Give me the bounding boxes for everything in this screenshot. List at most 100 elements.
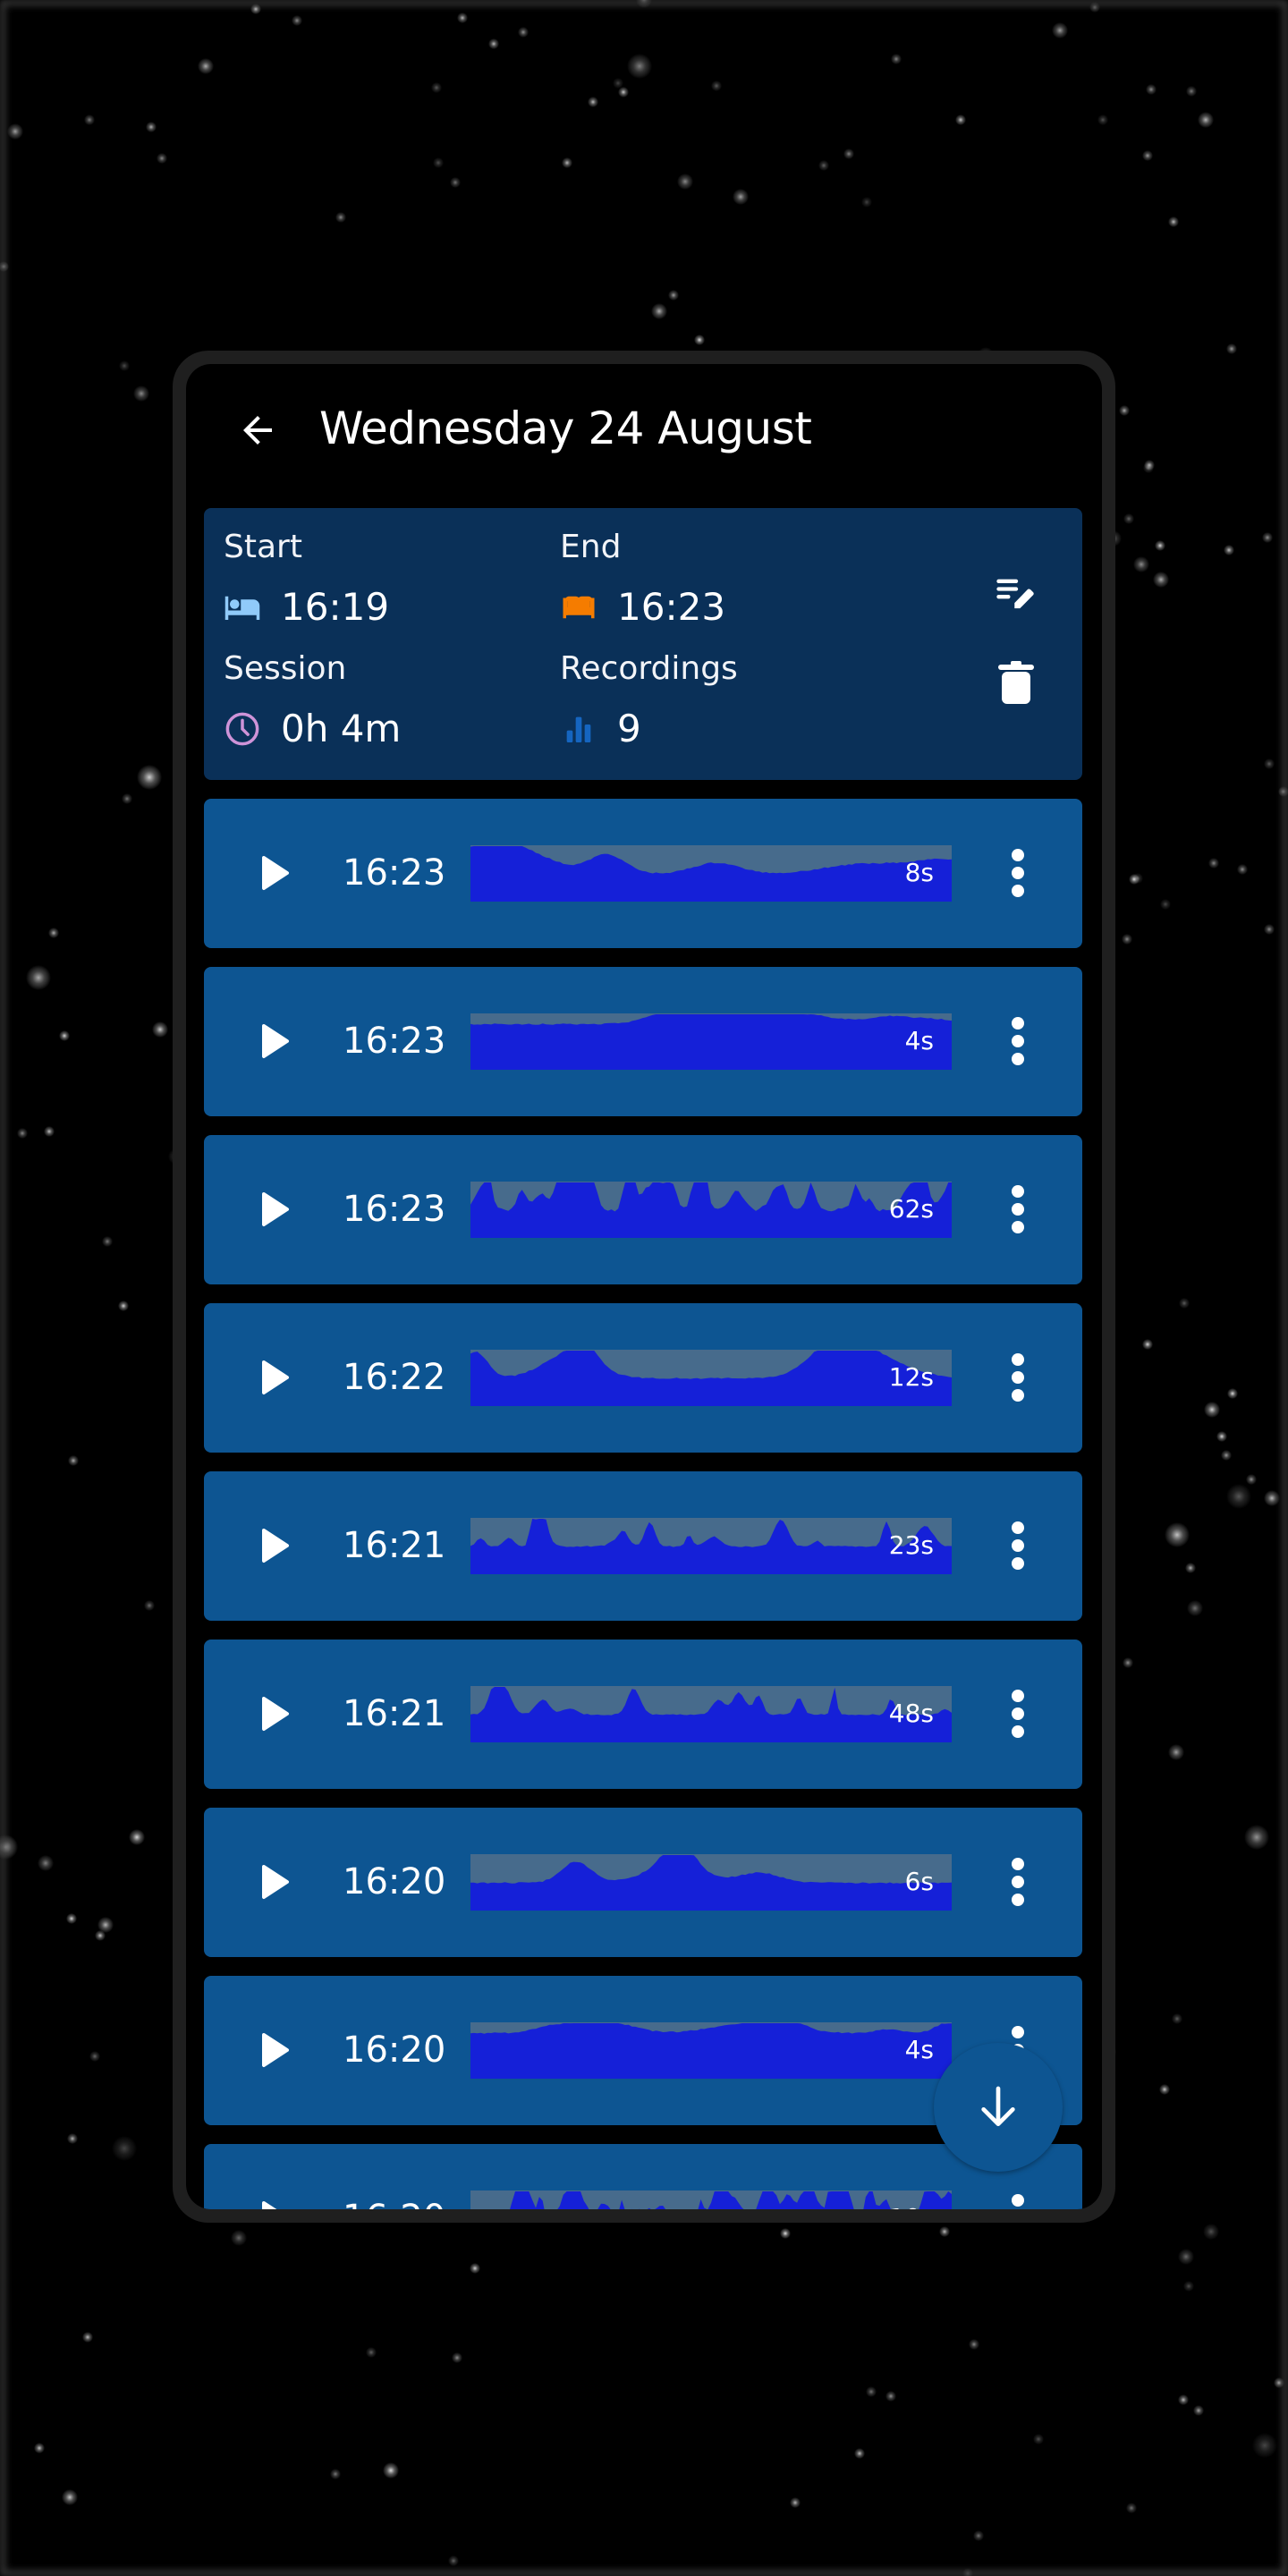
star <box>1097 114 1108 125</box>
star <box>38 1855 54 1871</box>
star <box>118 1301 129 1311</box>
star <box>962 2568 973 2576</box>
star <box>137 765 162 790</box>
arrow-left-icon <box>243 416 272 445</box>
waveform[interactable]: 10s <box>470 2190 952 2209</box>
recording-time: 16:21 <box>343 1525 446 1566</box>
star <box>843 148 854 159</box>
recording-row[interactable]: 16:23 62s <box>204 1135 1082 1284</box>
recording-row[interactable]: 16:23 4s <box>204 967 1082 1116</box>
edit-session-button[interactable] <box>985 564 1047 626</box>
more-options-button[interactable] <box>991 1682 1045 1745</box>
star <box>955 114 966 125</box>
star <box>1165 1522 1190 1547</box>
back-button[interactable] <box>231 403 284 457</box>
play-button[interactable] <box>249 846 302 900</box>
play-button[interactable] <box>249 1855 302 1909</box>
recording-duration: 62s <box>888 1194 934 1224</box>
waveform[interactable]: 23s <box>470 1518 952 1574</box>
recording-row[interactable]: 16:21 23s <box>204 1471 1082 1621</box>
recording-duration: 12s <box>888 1362 934 1392</box>
star <box>973 2530 984 2541</box>
play-button[interactable] <box>249 1519 302 1572</box>
star <box>694 335 705 345</box>
star <box>448 2555 459 2566</box>
star <box>335 212 346 223</box>
waveform[interactable]: 48s <box>470 1686 952 1742</box>
recording-row[interactable]: 16:20 10s <box>204 2144 1082 2209</box>
play-button[interactable] <box>249 1351 302 1404</box>
bed-icon <box>225 596 260 620</box>
star <box>67 2133 78 2144</box>
play-button[interactable] <box>249 1182 302 1236</box>
star <box>1183 2281 1194 2292</box>
session-stat: Session 0h 4m <box>224 649 401 751</box>
star <box>488 38 499 49</box>
star <box>651 303 667 319</box>
recording-duration: 4s <box>904 2035 934 2064</box>
star <box>1052 22 1068 38</box>
start-stat: Start 16:19 <box>224 528 389 630</box>
star <box>34 2443 45 2453</box>
start-label: Start <box>224 529 302 565</box>
recordings-label: Recordings <box>560 650 738 687</box>
star <box>668 290 679 301</box>
more-options-button[interactable] <box>991 1010 1045 1072</box>
waveform[interactable]: 12s <box>470 1350 952 1406</box>
star <box>1237 864 1248 875</box>
star <box>129 1829 145 1845</box>
waveform[interactable]: 6s <box>470 1854 952 1911</box>
star <box>122 793 132 804</box>
star <box>969 2339 979 2350</box>
play-button[interactable] <box>249 2191 302 2209</box>
star <box>48 928 59 938</box>
scroll-down-button[interactable] <box>934 2043 1063 2172</box>
delete-session-button[interactable] <box>985 651 1047 714</box>
recording-row[interactable]: 16:21 48s <box>204 1640 1082 1789</box>
recording-time: 16:20 <box>343 2196 445 2209</box>
recordings-value: 9 <box>617 707 641 750</box>
recording-duration: 23s <box>888 1530 934 1560</box>
waveform[interactable]: 62s <box>470 1182 952 1238</box>
device-frame: Wednesday 24 August Start 16:19 End 16:2… <box>173 351 1115 2223</box>
waveform[interactable]: 4s <box>470 1013 952 1070</box>
play-button[interactable] <box>249 1014 302 1068</box>
play-button[interactable] <box>249 2023 302 2077</box>
recording-row[interactable]: 16:23 8s <box>204 799 1082 948</box>
star <box>119 360 130 371</box>
more-options-button[interactable] <box>991 1514 1045 1577</box>
star <box>66 1913 77 1924</box>
more-options-button[interactable] <box>991 1851 1045 1913</box>
waveform[interactable]: 8s <box>470 845 952 902</box>
star <box>818 160 829 171</box>
star <box>677 174 693 190</box>
more-options-button[interactable] <box>991 2187 1045 2209</box>
waveform-graph <box>470 1351 952 1406</box>
star <box>1153 572 1169 588</box>
play-button[interactable] <box>249 1687 302 1741</box>
more-vert-icon <box>1012 849 1024 897</box>
recording-time: 16:22 <box>343 1357 446 1398</box>
star <box>1244 1825 1269 1850</box>
star <box>1122 934 1132 945</box>
bar-chart-icon <box>566 716 591 742</box>
star <box>1187 1600 1203 1616</box>
star <box>383 2462 399 2479</box>
recording-row[interactable]: 16:22 12s <box>204 1303 1082 1453</box>
star <box>1179 1298 1190 1309</box>
star <box>854 2448 865 2459</box>
star <box>433 157 444 168</box>
star <box>1226 343 1237 354</box>
waveform[interactable]: 4s <box>470 2022 952 2079</box>
more-options-button[interactable] <box>991 842 1045 904</box>
more-options-button[interactable] <box>991 1178 1045 1241</box>
star <box>1246 1474 1257 1485</box>
recording-row[interactable]: 16:20 6s <box>204 1808 1082 1957</box>
star <box>627 54 652 79</box>
more-options-button[interactable] <box>991 1346 1045 1409</box>
star <box>84 114 95 125</box>
waveform-graph <box>470 1687 952 1742</box>
more-vert-icon <box>1012 1185 1024 1233</box>
star <box>1089 2 1100 13</box>
star <box>0 1835 18 1860</box>
